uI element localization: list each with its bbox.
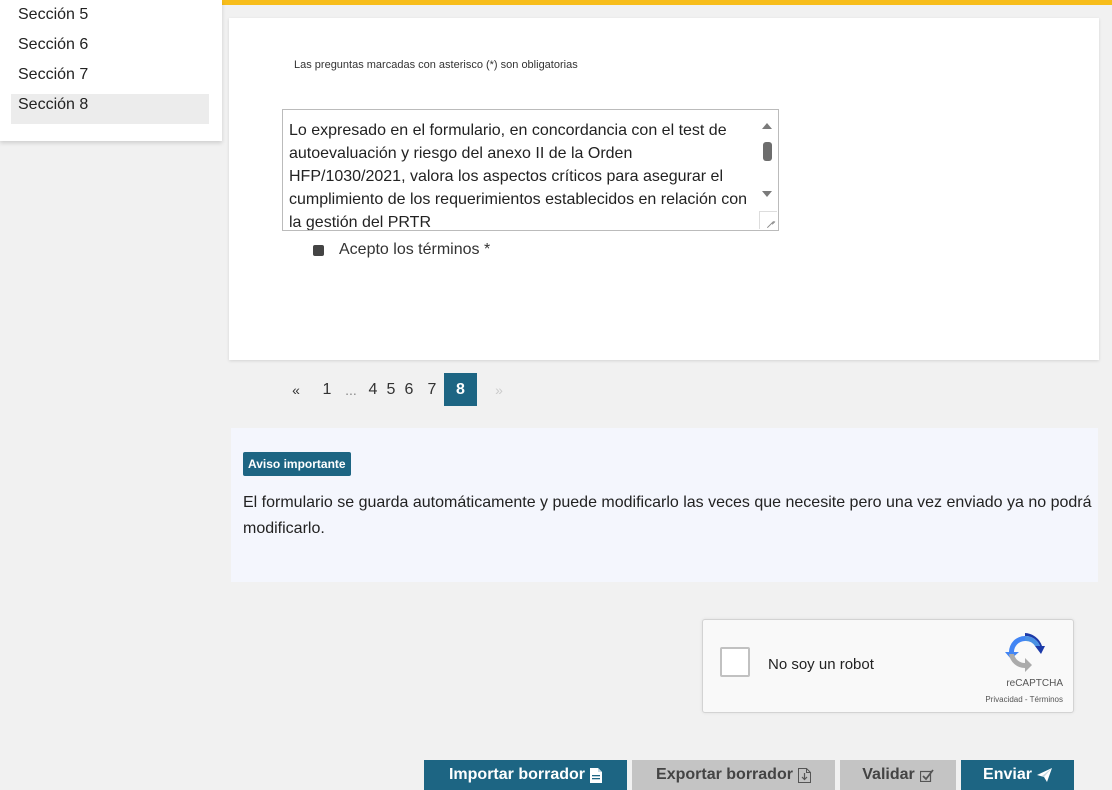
send-button[interactable]: Enviar <box>961 760 1074 790</box>
resize-handle-icon[interactable] <box>759 211 777 229</box>
terms-text: Lo expresado en el formulario, en concor… <box>289 122 748 231</box>
recaptcha-logo-icon <box>1005 633 1045 672</box>
recaptcha-brand: reCAPTCHA <box>1006 678 1063 689</box>
pagination-next[interactable]: » <box>477 382 521 398</box>
accept-terms-label: Acepto los términos * <box>339 241 491 258</box>
scroll-up-arrow-icon[interactable] <box>762 123 772 129</box>
document-icon <box>590 767 602 783</box>
accept-terms-row[interactable]: Acepto los términos * <box>313 241 490 259</box>
pagination: « 1 ... 4 5 6 7 8 » <box>278 373 521 406</box>
sidebar-item-seccion-7[interactable]: Sección 7 <box>11 64 209 94</box>
terms-textarea[interactable]: Lo expresado en el formulario, en concor… <box>282 109 779 231</box>
sidebar-section-nav: Sección 5 Sección 6 Sección 7 Sección 8 <box>0 0 222 141</box>
recaptcha-privacy-terms-links[interactable]: Privacidad - Términos <box>985 695 1063 704</box>
pagination-prev[interactable]: « <box>278 382 314 398</box>
pagination-page-6[interactable]: 6 <box>398 381 420 399</box>
pagination-page-1[interactable]: 1 <box>314 381 340 399</box>
form-card: Las preguntas marcadas con asterisco (*)… <box>229 18 1099 360</box>
recaptcha-label: No soy un robot <box>768 656 874 673</box>
paper-plane-icon <box>1036 768 1052 782</box>
scroll-down-arrow-icon[interactable] <box>762 191 772 197</box>
pagination-ellipsis: ... <box>345 381 357 398</box>
export-draft-label: Exportar borrador <box>656 766 793 783</box>
recaptcha-checkbox[interactable] <box>720 647 750 677</box>
accept-terms-checkbox[interactable] <box>313 244 324 256</box>
export-draft-button[interactable]: Exportar borrador <box>632 760 835 790</box>
check-square-icon <box>919 768 934 782</box>
pagination-page-7[interactable]: 7 <box>420 381 444 399</box>
send-label: Enviar <box>983 766 1032 783</box>
sidebar-item-seccion-8[interactable]: Sección 8 <box>11 94 209 124</box>
import-draft-label: Importar borrador <box>448 766 585 783</box>
required-fields-note: Las preguntas marcadas con asterisco (*)… <box>294 59 578 71</box>
sidebar-item-seccion-5[interactable]: Sección 5 <box>11 4 209 34</box>
notice-badge: Aviso importante <box>243 452 351 476</box>
validate-button[interactable]: Validar <box>840 760 956 790</box>
notice-text: El formulario se guarda automáticamente … <box>243 494 1092 537</box>
scroll-thumb[interactable] <box>763 142 772 161</box>
export-document-icon <box>797 767 811 783</box>
pagination-page-4[interactable]: 4 <box>362 381 384 399</box>
pagination-page-8-current[interactable]: 8 <box>444 373 477 406</box>
validate-label: Validar <box>862 766 915 783</box>
sidebar-item-seccion-6[interactable]: Sección 6 <box>11 34 209 64</box>
recaptcha-widget: No soy un robot reCAPTCHA Privacidad - T… <box>702 619 1074 713</box>
important-notice: Aviso importante El formulario se guarda… <box>231 428 1098 582</box>
import-draft-button[interactable]: Importar borrador <box>424 760 627 790</box>
pagination-page-5[interactable]: 5 <box>384 381 398 399</box>
